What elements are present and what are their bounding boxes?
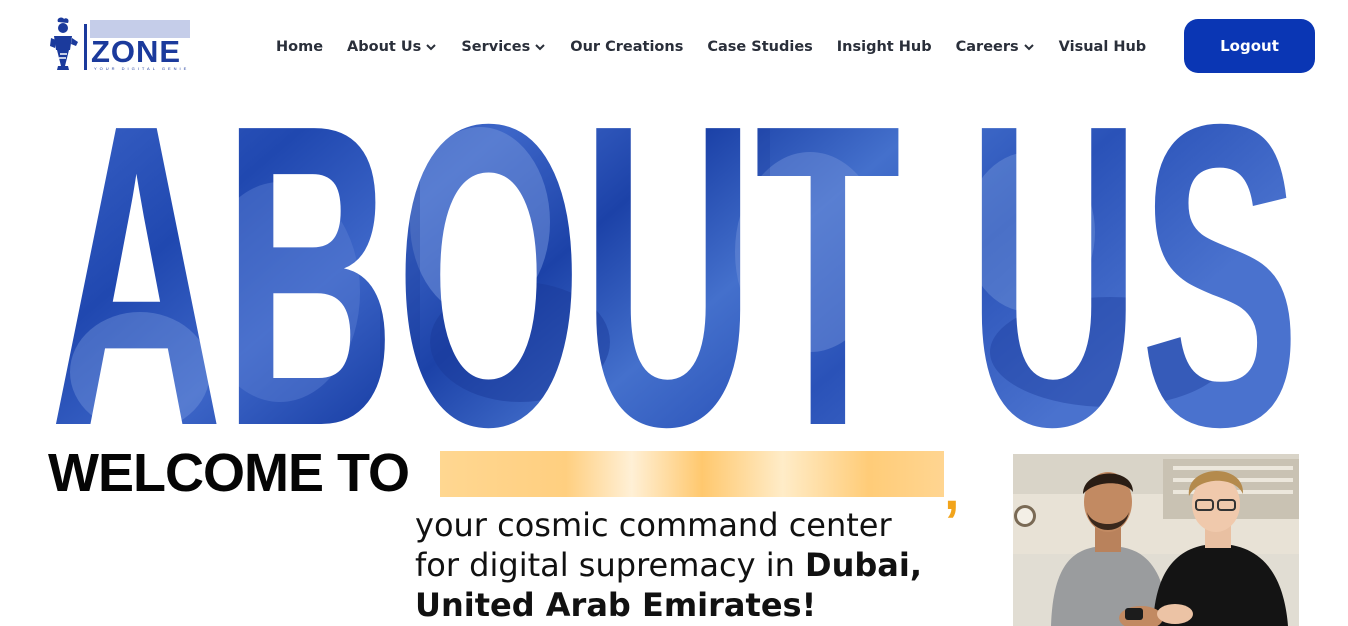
desc-location-country: United Arab Emirates! (415, 586, 817, 624)
nav-visual-hub-label: Visual Hub (1058, 39, 1147, 55)
site-logo[interactable]: ZONE YOUR DIGITAL GENIE (48, 14, 193, 76)
nav-home[interactable]: Home (276, 39, 323, 55)
welcome-description: your cosmic command center for digital s… (415, 505, 975, 625)
desc-line-2: for digital supremacy in Dubai, (415, 545, 975, 585)
genie-mascot-icon (50, 17, 78, 70)
hero-about-us: ABOUT US (50, 112, 1300, 430)
site-header: ZONE YOUR DIGITAL GENIE Home About Us Se… (0, 0, 1348, 92)
nav-careers[interactable]: Careers (956, 39, 1035, 55)
nav-case-studies-label: Case Studies (707, 39, 813, 55)
desc-line-1: your cosmic command center (415, 506, 892, 544)
main-nav: Home About Us Services Our Creations Cas… (276, 36, 1170, 58)
logo-tagline: YOUR DIGITAL GENIE (94, 66, 190, 71)
desc-line-3: United Arab Emirates! (415, 585, 975, 625)
nav-about-us-label: About Us (347, 39, 422, 55)
nav-home-label: Home (276, 39, 324, 55)
desc-location-city: Dubai, (805, 546, 922, 584)
nav-insight-hub-label: Insight Hub (836, 39, 932, 55)
desc-line-2-plain: for digital supremacy in (415, 546, 795, 584)
hero-title: ABOUT US (50, 112, 1300, 430)
logo-divider (84, 24, 87, 70)
logout-button[interactable]: Logout (1184, 19, 1315, 73)
welcome-heading: WELCOME TO (48, 443, 410, 503)
nav-our-creations[interactable]: Our Creations (570, 39, 683, 55)
nav-services-label: Services (461, 39, 531, 55)
nav-services[interactable]: Services (461, 39, 546, 55)
nav-our-creations-label: Our Creations (570, 39, 684, 55)
team-photo (1013, 454, 1299, 626)
chevron-down-icon (426, 44, 437, 51)
logo-text: ZONE (91, 34, 182, 69)
redacted-brand-name (440, 451, 944, 497)
chevron-down-icon (535, 44, 545, 51)
nav-careers-label: Careers (955, 39, 1019, 55)
nav-about-us[interactable]: About Us (347, 39, 437, 55)
nav-visual-hub[interactable]: Visual Hub (1059, 39, 1147, 55)
chevron-down-icon (1023, 44, 1034, 51)
nav-case-studies[interactable]: Case Studies (707, 39, 812, 55)
nav-insight-hub[interactable]: Insight Hub (837, 39, 932, 55)
